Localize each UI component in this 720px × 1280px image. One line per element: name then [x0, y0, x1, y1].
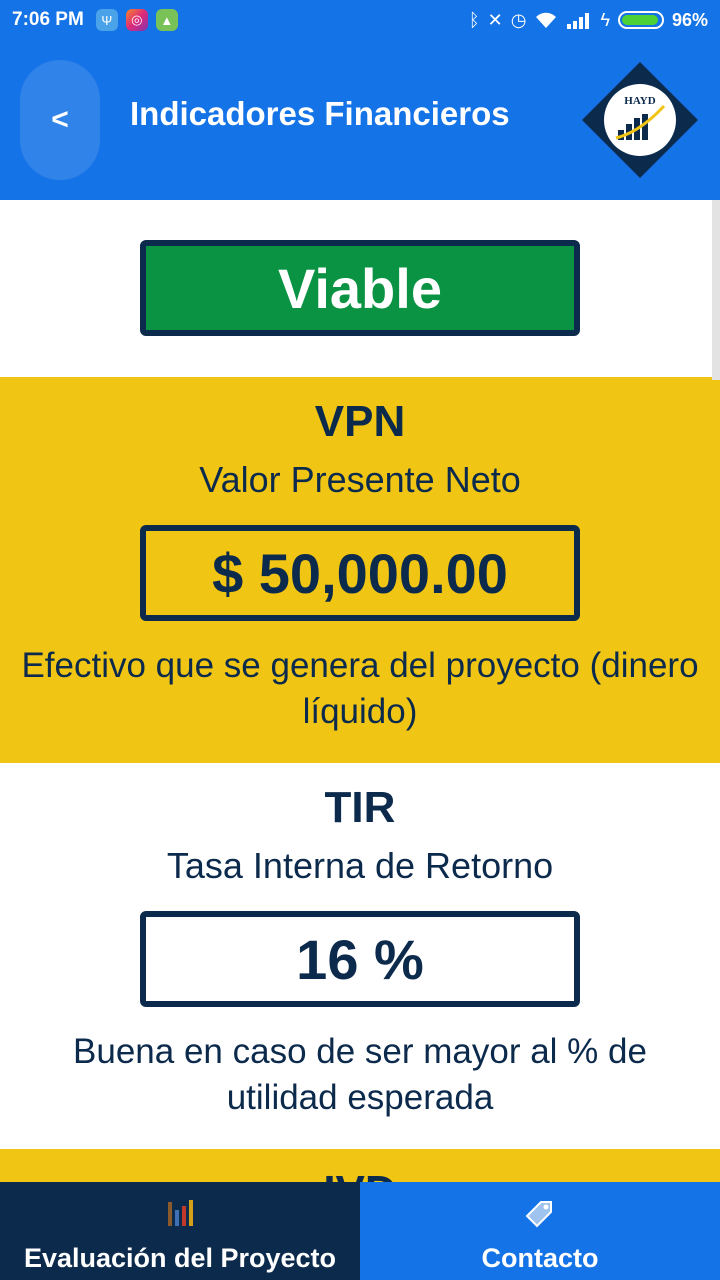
page-title: Indicadores Financieros: [130, 95, 510, 132]
logo-icon: HAYD: [582, 62, 698, 178]
indicator-value: 16 %: [140, 911, 580, 1007]
battery-icon: [617, 11, 664, 29]
logo-text: HAYD: [624, 95, 655, 107]
ivd-section: IVD: [0, 1149, 720, 1182]
tag-icon: [525, 1201, 552, 1228]
nav-evaluacion-proyecto[interactable]: Evaluación del Proyecto: [0, 1182, 360, 1280]
indicator-name: Tasa Interna de Retorno: [166, 845, 554, 886]
indicator-abbr: IVD: [0, 1167, 720, 1182]
nav-label: Evaluación del Proyecto: [23, 1243, 337, 1273]
viability-status-badge: Viable: [140, 240, 580, 336]
battery-percent: 96%: [671, 9, 708, 30]
status-time: 7:06 PM: [12, 9, 84, 30]
app-header: < Indicadores Financieros HAYD: [0, 40, 720, 200]
scrollbar[interactable]: [712, 200, 720, 380]
indicator-description: Efectivo que se genera del proyecto (din…: [21, 646, 699, 731]
alarm-icon: ◷: [510, 9, 527, 30]
charging-icon: ϟ: [600, 9, 610, 30]
nav-contacto[interactable]: Contacto: [360, 1182, 720, 1280]
mute-icon: ✕: [487, 9, 503, 30]
indicator-name: Valor Presente Neto: [199, 459, 521, 500]
indicator-abbr: VPN: [314, 397, 406, 446]
status-right: ᛒ ✕ ◷ ϟ 96%: [469, 10, 708, 31]
signal-icon: [567, 13, 590, 29]
status-left: 7:06 PM Ψ ◎ ▲: [12, 9, 178, 31]
back-label: <: [51, 103, 69, 136]
nav-label: Contacto: [481, 1243, 599, 1273]
bluetooth-icon: ᛒ: [468, 9, 480, 30]
bottom-nav: Evaluación del Proyecto Contacto: [0, 1182, 720, 1280]
android-icon: ▲: [155, 9, 178, 31]
indicators-content[interactable]: Viable VPN Valor Presente Neto $ 50,000.…: [0, 200, 720, 1182]
instagram-icon: ◎: [125, 9, 148, 31]
app-logo: HAYD: [580, 60, 700, 180]
battery-fill: [621, 15, 659, 25]
vpn-section: VPN Valor Presente Neto $ 50,000.00 Efec…: [0, 377, 720, 763]
indicator-abbr: TIR: [324, 783, 396, 832]
indicator-description: Buena en caso de ser mayor al % de utili…: [73, 1032, 647, 1117]
tir-section: TIR Tasa Interna de Retorno 16 % Buena e…: [0, 763, 720, 1149]
usb-icon: Ψ: [95, 9, 118, 31]
back-button[interactable]: <: [20, 60, 100, 180]
indicator-value: $ 50,000.00: [140, 525, 580, 621]
status-bar: 7:06 PM Ψ ◎ ▲ ᛒ ✕ ◷ ϟ 96%: [0, 0, 720, 40]
status-section: Viable: [0, 200, 720, 377]
bar-chart-icon: [168, 1200, 193, 1226]
wifi-icon: [536, 12, 557, 28]
